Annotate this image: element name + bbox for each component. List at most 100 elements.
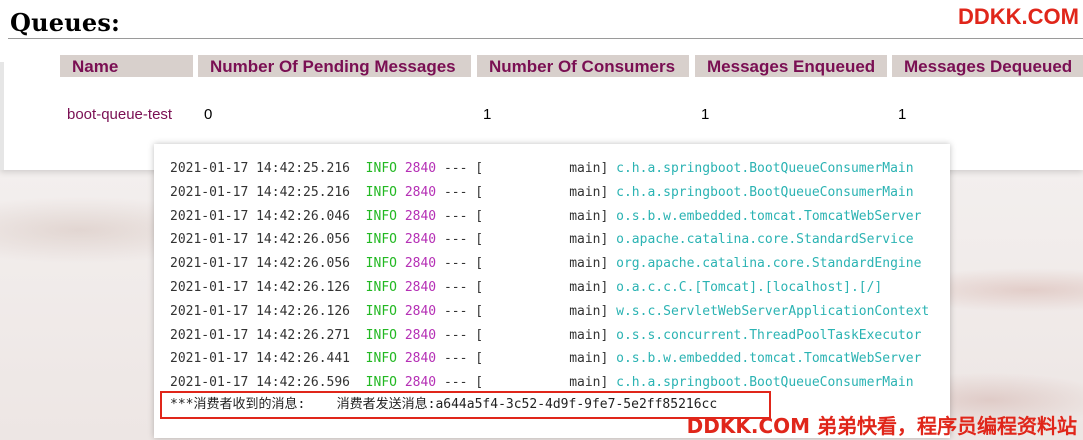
log-line: 2021-01-17 14:42:25.216 INFO 2840 --- [ … <box>170 184 914 202</box>
log-logger: o.s.s.concurrent.ThreadPoolTaskExecutor <box>616 327 922 343</box>
log-gap <box>608 304 616 319</box>
log-thread: main] <box>569 256 609 272</box>
log-gap <box>608 375 616 390</box>
log-line: 2021-01-17 14:42:26.046 INFO 2840 --- [ … <box>170 208 921 226</box>
log-logger: c.h.a.springboot.BootQueueConsumerMain <box>616 161 914 176</box>
log-gap <box>608 351 616 366</box>
column-header-dequeued[interactable]: Messages Dequeued <box>892 55 1083 77</box>
log-thread: main] <box>569 232 609 248</box>
queue-pending-count: 0 <box>204 106 213 123</box>
log-gap <box>350 304 366 319</box>
log-thread: main] <box>569 184 609 200</box>
log-gap <box>608 256 616 271</box>
log-pid: 2840 <box>404 303 437 319</box>
log-separator: --- [ <box>443 232 484 248</box>
log-line: 2021-01-17 14:42:26.126 INFO 2840 --- [ … <box>170 303 929 321</box>
log-gap <box>483 280 569 295</box>
log-gap <box>397 280 405 295</box>
log-gap <box>483 256 569 271</box>
log-thread: main] <box>569 327 609 343</box>
log-timestamp: 2021-01-17 14:42:26.596 <box>170 375 351 391</box>
log-line: 2021-01-17 14:42:26.596 INFO 2840 --- [ … <box>170 374 914 392</box>
log-thread: main] <box>569 375 609 391</box>
watermark-top: DDKK.COM <box>958 4 1079 29</box>
log-separator: --- [ <box>443 327 484 343</box>
log-line: 2021-01-17 14:42:26.056 INFO 2840 --- [ … <box>170 255 921 273</box>
log-logger: o.a.c.c.C.[Tomcat].[localhost].[/] <box>616 280 883 295</box>
log-gap <box>350 375 366 390</box>
log-level: INFO <box>365 256 397 272</box>
log-gap <box>436 232 444 247</box>
log-level: INFO <box>365 208 397 224</box>
log-line: 2021-01-17 14:42:26.441 INFO 2840 --- [ … <box>170 350 921 368</box>
log-gap <box>608 328 616 343</box>
log-line: 2021-01-17 14:42:25.216 INFO 2840 --- [ … <box>170 160 914 178</box>
log-gap <box>397 185 405 200</box>
log-pid: 2840 <box>404 184 437 200</box>
column-header-enqueued[interactable]: Messages Enqueued <box>695 55 887 77</box>
log-timestamp: 2021-01-17 14:42:25.216 <box>170 161 351 176</box>
log-gap <box>397 256 405 271</box>
column-header-pending[interactable]: Number Of Pending Messages <box>198 55 471 77</box>
log-separator: --- [ <box>443 184 484 200</box>
column-header-name[interactable]: Name <box>60 55 193 77</box>
log-timestamp: 2021-01-17 14:42:26.271 <box>170 327 351 343</box>
log-pid: 2840 <box>404 351 437 367</box>
queue-name-link[interactable]: boot-queue-test <box>67 106 172 123</box>
log-level: INFO <box>365 232 397 248</box>
log-level: INFO <box>365 375 397 391</box>
log-timestamp: 2021-01-17 14:42:26.441 <box>170 351 351 367</box>
log-gap <box>483 328 569 343</box>
log-logger: o.s.b.w.embedded.tomcat.TomcatWebServer <box>616 208 922 224</box>
queue-consumers-count: 1 <box>483 106 492 123</box>
log-gap <box>350 232 366 247</box>
column-header-consumers[interactable]: Number Of Consumers <box>477 55 689 77</box>
log-gap <box>483 232 569 247</box>
received-message-line: ***消费者收到的消息: 消费者发送消息:a644a5f4-3c52-4d9f-… <box>170 396 717 414</box>
log-thread: main] <box>569 161 609 176</box>
log-logger: o.apache.catalina.core.StandardService <box>616 232 914 248</box>
log-separator: --- [ <box>443 351 484 367</box>
log-level: INFO <box>365 161 397 176</box>
log-gap <box>608 232 616 247</box>
log-level: INFO <box>365 280 397 295</box>
log-pid: 2840 <box>404 208 437 224</box>
log-pid: 2840 <box>404 280 437 295</box>
log-timestamp: 2021-01-17 14:42:26.056 <box>170 232 351 248</box>
log-thread: main] <box>569 303 609 319</box>
log-gap <box>397 304 405 319</box>
log-line: 2021-01-17 14:42:26.271 INFO 2840 --- [ … <box>170 327 921 345</box>
log-timestamp: 2021-01-17 14:42:26.046 <box>170 208 351 224</box>
log-logger: c.h.a.springboot.BootQueueConsumerMain <box>616 375 914 391</box>
log-level: INFO <box>365 351 397 367</box>
log-gap <box>397 328 405 343</box>
log-separator: --- [ <box>443 280 484 295</box>
log-gap <box>436 161 444 176</box>
log-pid: 2840 <box>404 161 437 176</box>
log-gap <box>436 209 444 224</box>
log-gap <box>608 209 616 224</box>
log-gap <box>397 161 405 176</box>
log-gap <box>350 161 366 176</box>
received-message-content: 消费者发送消息:a644a5f4-3c52-4d9f-9fe7-5e2ff852… <box>336 397 718 412</box>
log-gap <box>436 375 444 390</box>
log-gap <box>608 161 616 176</box>
log-thread: main] <box>569 208 609 224</box>
log-level: INFO <box>365 303 397 319</box>
log-logger: w.s.c.ServletWebServerApplicationContext <box>616 303 930 319</box>
log-gap <box>350 328 366 343</box>
log-separator: --- [ <box>443 161 484 176</box>
log-thread: main] <box>569 280 609 295</box>
log-level: INFO <box>365 184 397 200</box>
log-gap <box>397 232 405 247</box>
log-level: INFO <box>365 327 397 343</box>
received-message-gap <box>305 397 336 412</box>
queue-dequeued-count: 1 <box>898 106 907 123</box>
log-gap <box>350 185 366 200</box>
watermark-bottom: DDKK.COM 弟弟快看，程序员编程资料站 <box>686 414 1077 438</box>
log-gap <box>483 375 569 390</box>
log-logger: o.s.b.w.embedded.tomcat.TomcatWebServer <box>616 351 922 367</box>
log-gap <box>397 351 405 366</box>
log-gap <box>608 185 616 200</box>
log-gap <box>483 185 569 200</box>
